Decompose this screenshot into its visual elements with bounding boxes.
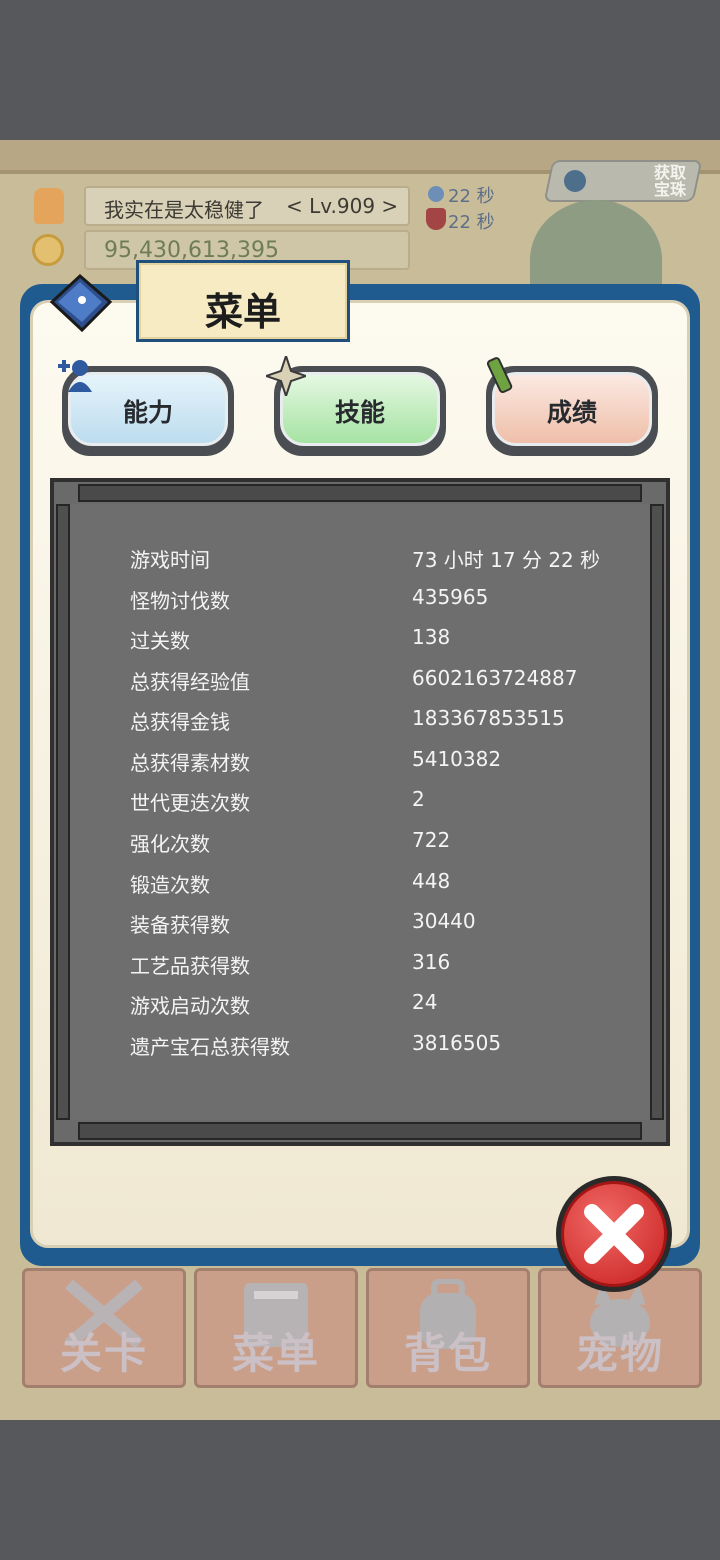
person-plus-icon (58, 360, 92, 392)
stat-label: 游戏启动次数 (130, 994, 250, 1018)
stat-value: 6602163724887 (412, 666, 578, 690)
stat-label: 总获得素材数 (130, 751, 250, 775)
close-icon (584, 1204, 644, 1264)
board-rail-right (650, 504, 664, 1120)
stat-value: 183367853515 (412, 706, 565, 730)
player-level: < Lv.909 > (286, 194, 399, 218)
stat-row: 强化次数 722 (130, 822, 650, 862)
stat-row: 总获得经验值 6602163724887 (130, 660, 650, 700)
stat-value: 435965 (412, 585, 489, 609)
menu-title-tab: 菜单 (136, 260, 350, 342)
close-button-face (561, 1181, 667, 1287)
stat-row: 世代更迭次数 2 (130, 781, 650, 821)
tab-record-label: 成绩 (546, 398, 597, 427)
close-button[interactable] (556, 1176, 672, 1292)
board-rail-top (78, 484, 642, 502)
sparkle-icon (266, 356, 306, 396)
menu-book-icon (49, 273, 113, 333)
search-icon (428, 186, 444, 202)
shield-icon (426, 208, 446, 230)
stat-row: 游戏启动次数 24 (130, 984, 650, 1024)
stat-label: 强化次数 (130, 832, 210, 856)
stat-row: 总获得金钱 183367853515 (130, 700, 650, 740)
stat-row: 锻造次数 448 (130, 863, 650, 903)
nav-menu-button[interactable]: 菜单 (194, 1268, 358, 1388)
tab-ability-label: 能力 (122, 398, 173, 427)
tab-skill[interactable]: 技能 (266, 356, 446, 456)
tab-record-face: 成绩 (492, 372, 652, 446)
stat-row: 总获得素材数 5410382 (130, 741, 650, 781)
stat-value: 3816505 (412, 1031, 502, 1055)
nav-pet-label: 宠物 (575, 1329, 664, 1378)
nav-menu-label: 菜单 (231, 1329, 320, 1378)
stat-label: 遗产宝石总获得数 (130, 1035, 290, 1059)
stat-value: 316 (412, 950, 451, 974)
stats-board: 游戏时间 73 小时 17 分 22 秒 怪物讨伐数 435965 过关数 138 总… (50, 478, 670, 1146)
stat-row: 工艺品获得数 316 (130, 944, 650, 984)
player-avatar (34, 188, 64, 224)
orb-icon (564, 170, 586, 192)
stat-value: 73 小时 17 分 22 秒 (412, 548, 601, 572)
obtain-orb-label: 获取 宝珠 (653, 163, 686, 199)
coin-icon (32, 234, 64, 266)
stat-label: 总获得金钱 (130, 710, 230, 734)
stat-value: 2 (412, 787, 425, 811)
timer-1: 22 秒 (448, 186, 495, 207)
nav-stage-label: 关卡 (59, 1329, 148, 1378)
player-name: 我实在是太稳健了 (104, 198, 264, 222)
stat-value: 138 (412, 625, 451, 649)
nav-bag-button[interactable]: 背包 (366, 1268, 530, 1388)
stat-label: 装备获得数 (130, 913, 230, 937)
tab-record[interactable]: 成绩 (486, 357, 658, 456)
stats-list: 游戏时间 73 小时 17 分 22 秒 怪物讨伐数 435965 过关数 138 总… (70, 504, 650, 1120)
stat-value: 30440 (412, 909, 476, 933)
stat-row: 怪物讨伐数 435965 (130, 579, 650, 619)
stat-row: 游戏时间 73 小时 17 分 22 秒 (130, 538, 650, 578)
stat-label: 总获得经验值 (130, 670, 250, 694)
stat-value: 448 (412, 869, 451, 893)
stat-row: 过关数 138 (130, 619, 650, 659)
tab-skill-label: 技能 (334, 398, 385, 427)
nav-stage-button[interactable]: 关卡 (22, 1268, 186, 1388)
stat-value: 5410382 (412, 747, 502, 771)
stat-label: 工艺品获得数 (130, 954, 250, 978)
stat-row: 遗产宝石总获得数 3816505 (130, 1025, 650, 1065)
obtain-orb-button[interactable]: 获取 宝珠 (543, 160, 703, 202)
player-name-bar: 我实在是太稳健了 < Lv.909 > (84, 186, 410, 226)
timer-2: 22 秒 (448, 212, 495, 233)
board-rail-bottom (78, 1122, 642, 1140)
stat-label: 怪物讨伐数 (130, 589, 230, 613)
nav-bag-label: 背包 (403, 1329, 492, 1378)
pencil-icon (486, 357, 513, 394)
stat-label: 锻造次数 (130, 873, 210, 897)
stat-label: 世代更迭次数 (130, 791, 250, 815)
stat-value: 24 (412, 990, 438, 1014)
stat-value: 722 (412, 828, 451, 852)
stat-row: 装备获得数 30440 (130, 903, 650, 943)
stat-label: 过关数 (130, 629, 190, 653)
tab-ability[interactable]: 能力 (58, 360, 234, 456)
menu-title: 菜单 (204, 290, 281, 334)
board-rail-left (56, 504, 70, 1120)
stat-label: 游戏时间 (130, 548, 210, 572)
